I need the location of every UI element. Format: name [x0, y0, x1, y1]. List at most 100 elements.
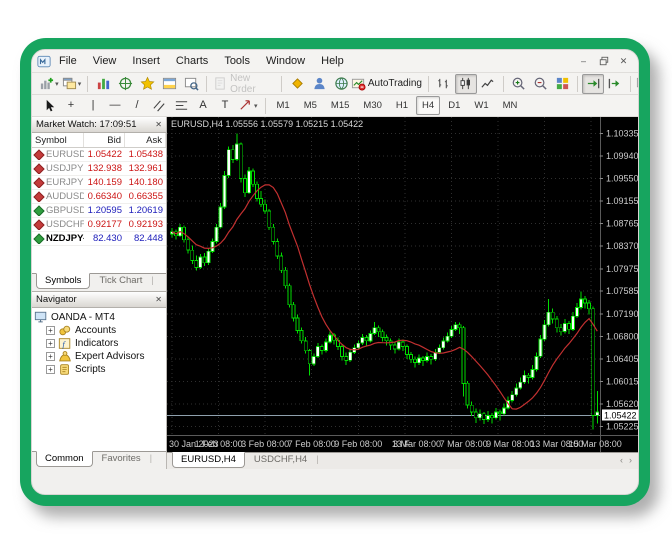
nav-root-label: OANDA - MT4 [51, 312, 115, 323]
fibonacci-tool-button[interactable] [170, 96, 192, 116]
cursor-tool-button[interactable] [38, 96, 60, 116]
community-icon [312, 76, 327, 91]
text-label-tool-button[interactable]: T [214, 96, 236, 116]
market-watch-row-usdjpy[interactable]: USDJPY132.938132.961 [32, 162, 166, 176]
candlestick-chart-button[interactable] [455, 74, 477, 94]
market-watch-row-usdchf[interactable]: USDCHF0.921770.92193 [32, 218, 166, 232]
nav-root[interactable]: OANDA - MT4 [34, 311, 164, 324]
bar-chart-button[interactable] [433, 74, 455, 94]
timeframe-m15[interactable]: M15 [325, 96, 355, 115]
tab-scroll-left-icon[interactable]: ‹ [620, 455, 623, 465]
nav-item-expert-advisors[interactable]: + Expert Advisors [34, 350, 164, 363]
tab-favorites[interactable]: Favorites [93, 451, 150, 467]
chart-shift-button[interactable] [604, 74, 626, 94]
menu-view[interactable]: View [85, 53, 125, 69]
strategy-tester-button[interactable] [180, 74, 202, 94]
nav-item-label: Expert Advisors [75, 351, 144, 362]
left-column: Market Watch: 17:09:51 ✕ Symbol Bid Ask … [32, 117, 167, 469]
text-tool-button[interactable]: A [192, 96, 214, 116]
toolbar-separator [281, 76, 282, 92]
expand-icon[interactable]: + [46, 339, 55, 348]
expand-icon[interactable]: + [46, 326, 55, 335]
timeframe-mn[interactable]: MN [497, 96, 524, 115]
timeframe-d1[interactable]: D1 [442, 96, 466, 115]
nav-item-indicators[interactable]: +fIndicators [34, 337, 164, 350]
metaeditor-button[interactable] [286, 74, 308, 94]
market-watch-tabs: SymbolsTick Chart| [32, 273, 166, 291]
navigator-toggle-button[interactable] [136, 74, 158, 94]
menu-file[interactable]: File [51, 53, 85, 69]
menu-charts[interactable]: Charts [168, 53, 216, 69]
toolbar-separator [428, 76, 429, 92]
new-chart-dropdown-icon[interactable]: ▾ [55, 80, 59, 88]
market-watch-row-eurusd[interactable]: EURUSD1.054221.05438 [32, 148, 166, 162]
auto-scroll-button[interactable] [582, 74, 604, 94]
nav-item-accounts[interactable]: +Accounts [34, 324, 164, 337]
navigator-title: Navigator [36, 294, 77, 305]
new-chart-button[interactable]: ▾ [38, 74, 61, 94]
timeframe-m5[interactable]: M5 [298, 96, 323, 115]
column-symbol[interactable]: Symbol [32, 133, 84, 147]
navigator-close-icon[interactable]: ✕ [155, 295, 162, 304]
trendline-tool-button[interactable]: / [126, 96, 148, 116]
timeframe-h1[interactable]: H1 [390, 96, 414, 115]
menu-tools[interactable]: Tools [216, 53, 258, 69]
tab-scroll-right-icon[interactable]: › [629, 455, 632, 465]
profiles-dropdown-icon[interactable]: ▾ [78, 80, 82, 88]
timeframe-h4[interactable]: H4 [416, 96, 440, 115]
market-watch-row-audusd[interactable]: AUDUSD0.663400.66355 [32, 190, 166, 204]
indicators-button[interactable]: ▾ [635, 74, 639, 94]
terminal-toggle-button[interactable] [158, 74, 180, 94]
minimize-button[interactable]: – [575, 54, 592, 68]
market-watch-row-gbpusd[interactable]: GBPUSD1.205951.20619 [32, 204, 166, 218]
timeframe-m30[interactable]: M30 [357, 96, 387, 115]
ask-value: 1.05438 [125, 149, 166, 160]
market-watch-close-icon[interactable]: ✕ [155, 120, 162, 129]
market-watch-row-eurjpy[interactable]: EURJPY140.159140.180 [32, 176, 166, 190]
price-down-icon [33, 191, 44, 202]
tile-windows-button[interactable] [551, 74, 573, 94]
tab-tick-chart[interactable]: Tick Chart [90, 273, 151, 289]
timeframe-m1[interactable]: M1 [271, 96, 296, 115]
new-order-button[interactable]: New Order [211, 74, 277, 94]
crosshair-tool-button[interactable]: + [60, 96, 82, 116]
chart-tab-usdchf-h4[interactable]: USDCHF,H4 [245, 452, 316, 468]
svg-text:1.09155: 1.09155 [606, 196, 639, 206]
arrows-tool-dropdown-icon[interactable]: ▾ [254, 102, 258, 110]
chart-shift-icon [608, 76, 623, 91]
tab-symbols[interactable]: Symbols [36, 273, 90, 289]
column-bid[interactable]: Bid [84, 133, 125, 147]
chart-tab-strip: EURUSD,H4USDCHF,H4| ‹ › [167, 452, 638, 469]
chart-canvas[interactable]: 1.103351.099401.095501.091551.087651.083… [167, 117, 639, 452]
profiles-button[interactable]: ▾ [61, 74, 84, 94]
navigator-titlebar: Navigator ✕ [32, 292, 166, 308]
zoom-in-button[interactable] [507, 74, 529, 94]
menubar: FileViewInsertChartsToolsWindowHelp – ✕ [32, 50, 638, 73]
market-watch-row-nzdjpy-a[interactable]: NZDJPY-a82.43082.448 [32, 232, 166, 246]
menu-window[interactable]: Window [258, 53, 313, 69]
restore-button[interactable] [595, 54, 612, 68]
close-button[interactable]: ✕ [615, 54, 632, 68]
column-ask[interactable]: Ask [125, 133, 166, 147]
webterminal-button[interactable] [330, 74, 352, 94]
community-button[interactable] [308, 74, 330, 94]
arrows-tool-button[interactable]: ▾ [236, 96, 261, 116]
symbol-label: AUDUSD [46, 191, 84, 202]
line-chart-button[interactable] [477, 74, 499, 94]
menu-help[interactable]: Help [313, 53, 352, 69]
nav-item-label: Scripts [75, 364, 106, 375]
market-watch-toggle-button[interactable] [92, 74, 114, 94]
chart-tab-eurusd-h4[interactable]: EURUSD,H4 [172, 452, 245, 468]
tab-common[interactable]: Common [36, 451, 93, 467]
expand-icon[interactable]: + [46, 365, 55, 374]
zoom-out-button[interactable] [529, 74, 551, 94]
data-window-button[interactable] [114, 74, 136, 94]
nav-item-scripts[interactable]: + Scripts [34, 363, 164, 376]
vertical-line-tool-button[interactable]: | [82, 96, 104, 116]
horizontal-line-tool-button[interactable]: — [104, 96, 126, 116]
autotrading-button[interactable]: AutoTrading [352, 74, 423, 94]
equidistant-channel-tool-button[interactable] [148, 96, 170, 116]
menu-insert[interactable]: Insert [124, 53, 168, 69]
timeframe-w1[interactable]: W1 [468, 96, 494, 115]
expand-icon[interactable]: + [46, 352, 55, 361]
